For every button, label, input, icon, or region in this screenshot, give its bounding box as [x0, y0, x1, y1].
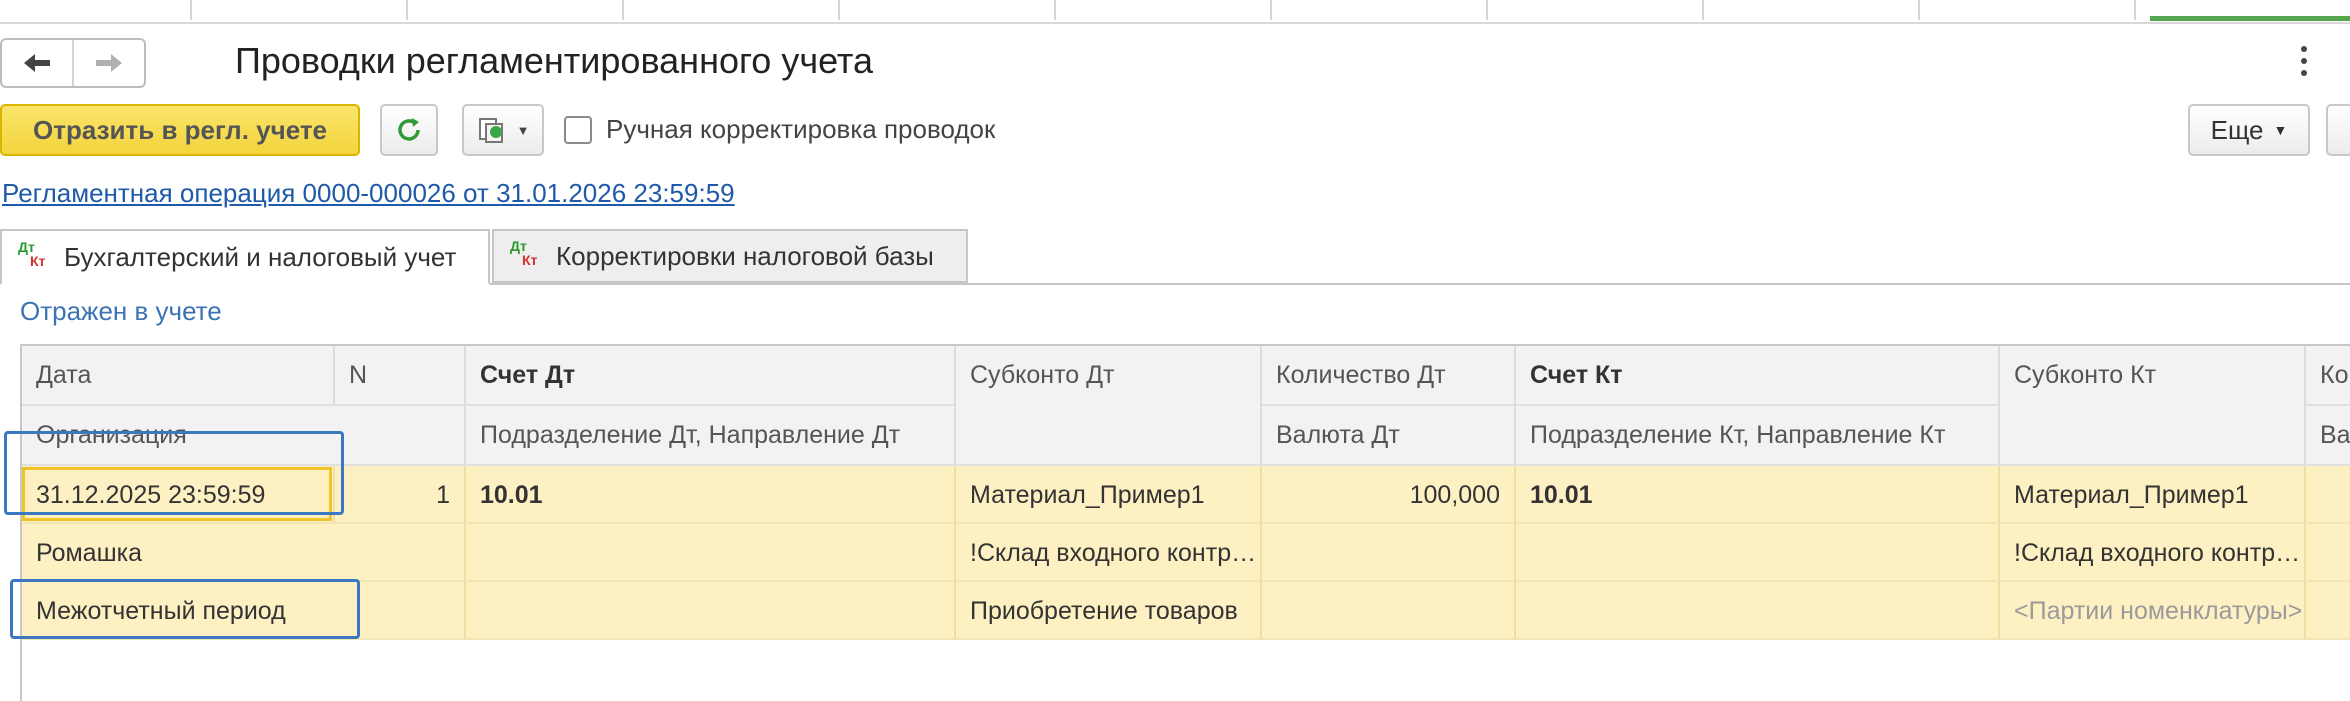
top-tab-strip: [0, 0, 2350, 24]
cell-subconto-dt-1[interactable]: Материал_Пример1: [956, 466, 1262, 524]
top-tab[interactable]: [1488, 0, 1704, 20]
annotation-box-period: [10, 579, 360, 639]
document-structure-dropdown[interactable]: ▼: [462, 104, 544, 156]
top-tab[interactable]: [840, 0, 1056, 20]
cell-dept-kt[interactable]: [1516, 524, 2000, 582]
top-tab[interactable]: [1056, 0, 1272, 20]
cell-subconto-dt-2[interactable]: !Склад входного контроля: [956, 524, 1262, 582]
cell-account-dt[interactable]: 10.01: [466, 466, 956, 524]
column-header-currency-kt[interactable]: Ва: [2306, 406, 2350, 466]
column-header-n[interactable]: N: [335, 346, 466, 406]
cell-currency-kt[interactable]: [2306, 524, 2350, 582]
top-tab[interactable]: [0, 0, 192, 20]
cell-account-kt[interactable]: 10.01: [1516, 466, 2000, 524]
cell-currency-dt[interactable]: [1262, 524, 1516, 582]
tab-label: Бухгалтерский и налоговый учет: [64, 241, 457, 272]
top-tab[interactable]: [408, 0, 624, 20]
more-button-label: Еще: [2210, 114, 2264, 145]
postings-table: Дата N Счет Дт Субконто Дт Количество Дт…: [20, 344, 2350, 701]
cell-dept-dt[interactable]: [466, 524, 956, 582]
cell-qty-kt[interactable]: [2306, 466, 2350, 524]
cell-empty[interactable]: [1516, 582, 2000, 640]
more-actions-menu-icon[interactable]: [2300, 46, 2308, 76]
dt-kt-icon: Дт Кт: [510, 238, 538, 268]
back-button[interactable]: [2, 40, 72, 86]
top-tab[interactable]: [1920, 0, 2136, 20]
cell-empty[interactable]: [1262, 582, 1516, 640]
column-header-qty-dt[interactable]: Количество Дт: [1262, 346, 1516, 406]
column-header-qty-kt[interactable]: Ко: [2306, 346, 2350, 406]
cell-subconto-kt-1[interactable]: Материал_Пример1: [2000, 466, 2306, 524]
cell-subconto-kt-3[interactable]: <Партии номенклатуры>: [2000, 582, 2306, 640]
dt-kt-icon: Дт Кт: [18, 239, 46, 269]
nav-button-group: [0, 38, 146, 88]
regulatory-operation-link[interactable]: Регламентная операция 0000-000026 от 31.…: [2, 178, 735, 209]
arrow-left-icon: [24, 54, 50, 72]
column-header-account-dt[interactable]: Счет Дт: [466, 346, 956, 406]
cell-subconto-dt-3[interactable]: Приобретение товаров: [956, 582, 1262, 640]
top-tab-active-indicator: [2150, 16, 2350, 21]
chevron-down-icon: ▼: [2273, 122, 2288, 138]
chevron-down-icon: ▼: [516, 122, 530, 138]
top-tab[interactable]: [1272, 0, 1488, 20]
manual-correction-label: Ручная корректировка проводок: [606, 114, 996, 144]
more-button[interactable]: Еще ▼: [2188, 104, 2310, 156]
cell-qty-dt[interactable]: 100,000: [1262, 466, 1516, 524]
cell-subconto-kt-2[interactable]: !Склад входного контроля: [2000, 524, 2306, 582]
refresh-button[interactable]: [380, 104, 438, 156]
column-header-dept-dt[interactable]: Подразделение Дт, Направление Дт: [466, 406, 956, 466]
column-header-currency-dt[interactable]: Валюта Дт: [1262, 406, 1516, 466]
cell-organization[interactable]: Ромашка: [22, 524, 466, 582]
cell-empty[interactable]: [466, 582, 956, 640]
refresh-icon: [398, 118, 420, 141]
tab-accounting-and-tax[interactable]: Дт Кт Бухгалтерский и налоговый учет: [0, 229, 490, 285]
tab-tax-base-corrections[interactable]: Дт Кт Корректировки налоговой базы: [492, 229, 968, 283]
manual-correction-checkbox[interactable]: [564, 116, 592, 144]
top-tab[interactable]: [624, 0, 840, 20]
cell-empty[interactable]: [2306, 582, 2350, 640]
arrow-right-icon: [96, 54, 122, 72]
tab-label: Корректировки налоговой базы: [556, 240, 934, 271]
column-header-date[interactable]: Дата: [22, 346, 335, 406]
column-header-subconto-dt[interactable]: Субконто Дт: [956, 346, 1262, 466]
document-structure-icon: [478, 118, 503, 143]
column-header-subconto-kt[interactable]: Субконто Кт: [2000, 346, 2306, 466]
annotation-box-date: [4, 431, 344, 515]
top-tab[interactable]: [192, 0, 408, 20]
page-title: Проводки регламентированного учета: [235, 40, 874, 81]
column-header-account-kt[interactable]: Счет Кт: [1516, 346, 2000, 406]
column-header-dept-kt[interactable]: Подразделение Кт, Направление Кт: [1516, 406, 2000, 466]
top-tab[interactable]: [1704, 0, 1920, 20]
forward-button[interactable]: [72, 40, 144, 86]
post-to-accounting-button[interactable]: Отразить в регл. учете: [0, 104, 360, 156]
help-button[interactable]: [2326, 104, 2350, 156]
posting-status: Отражен в учете: [20, 296, 222, 326]
cell-n[interactable]: 1: [335, 466, 466, 524]
